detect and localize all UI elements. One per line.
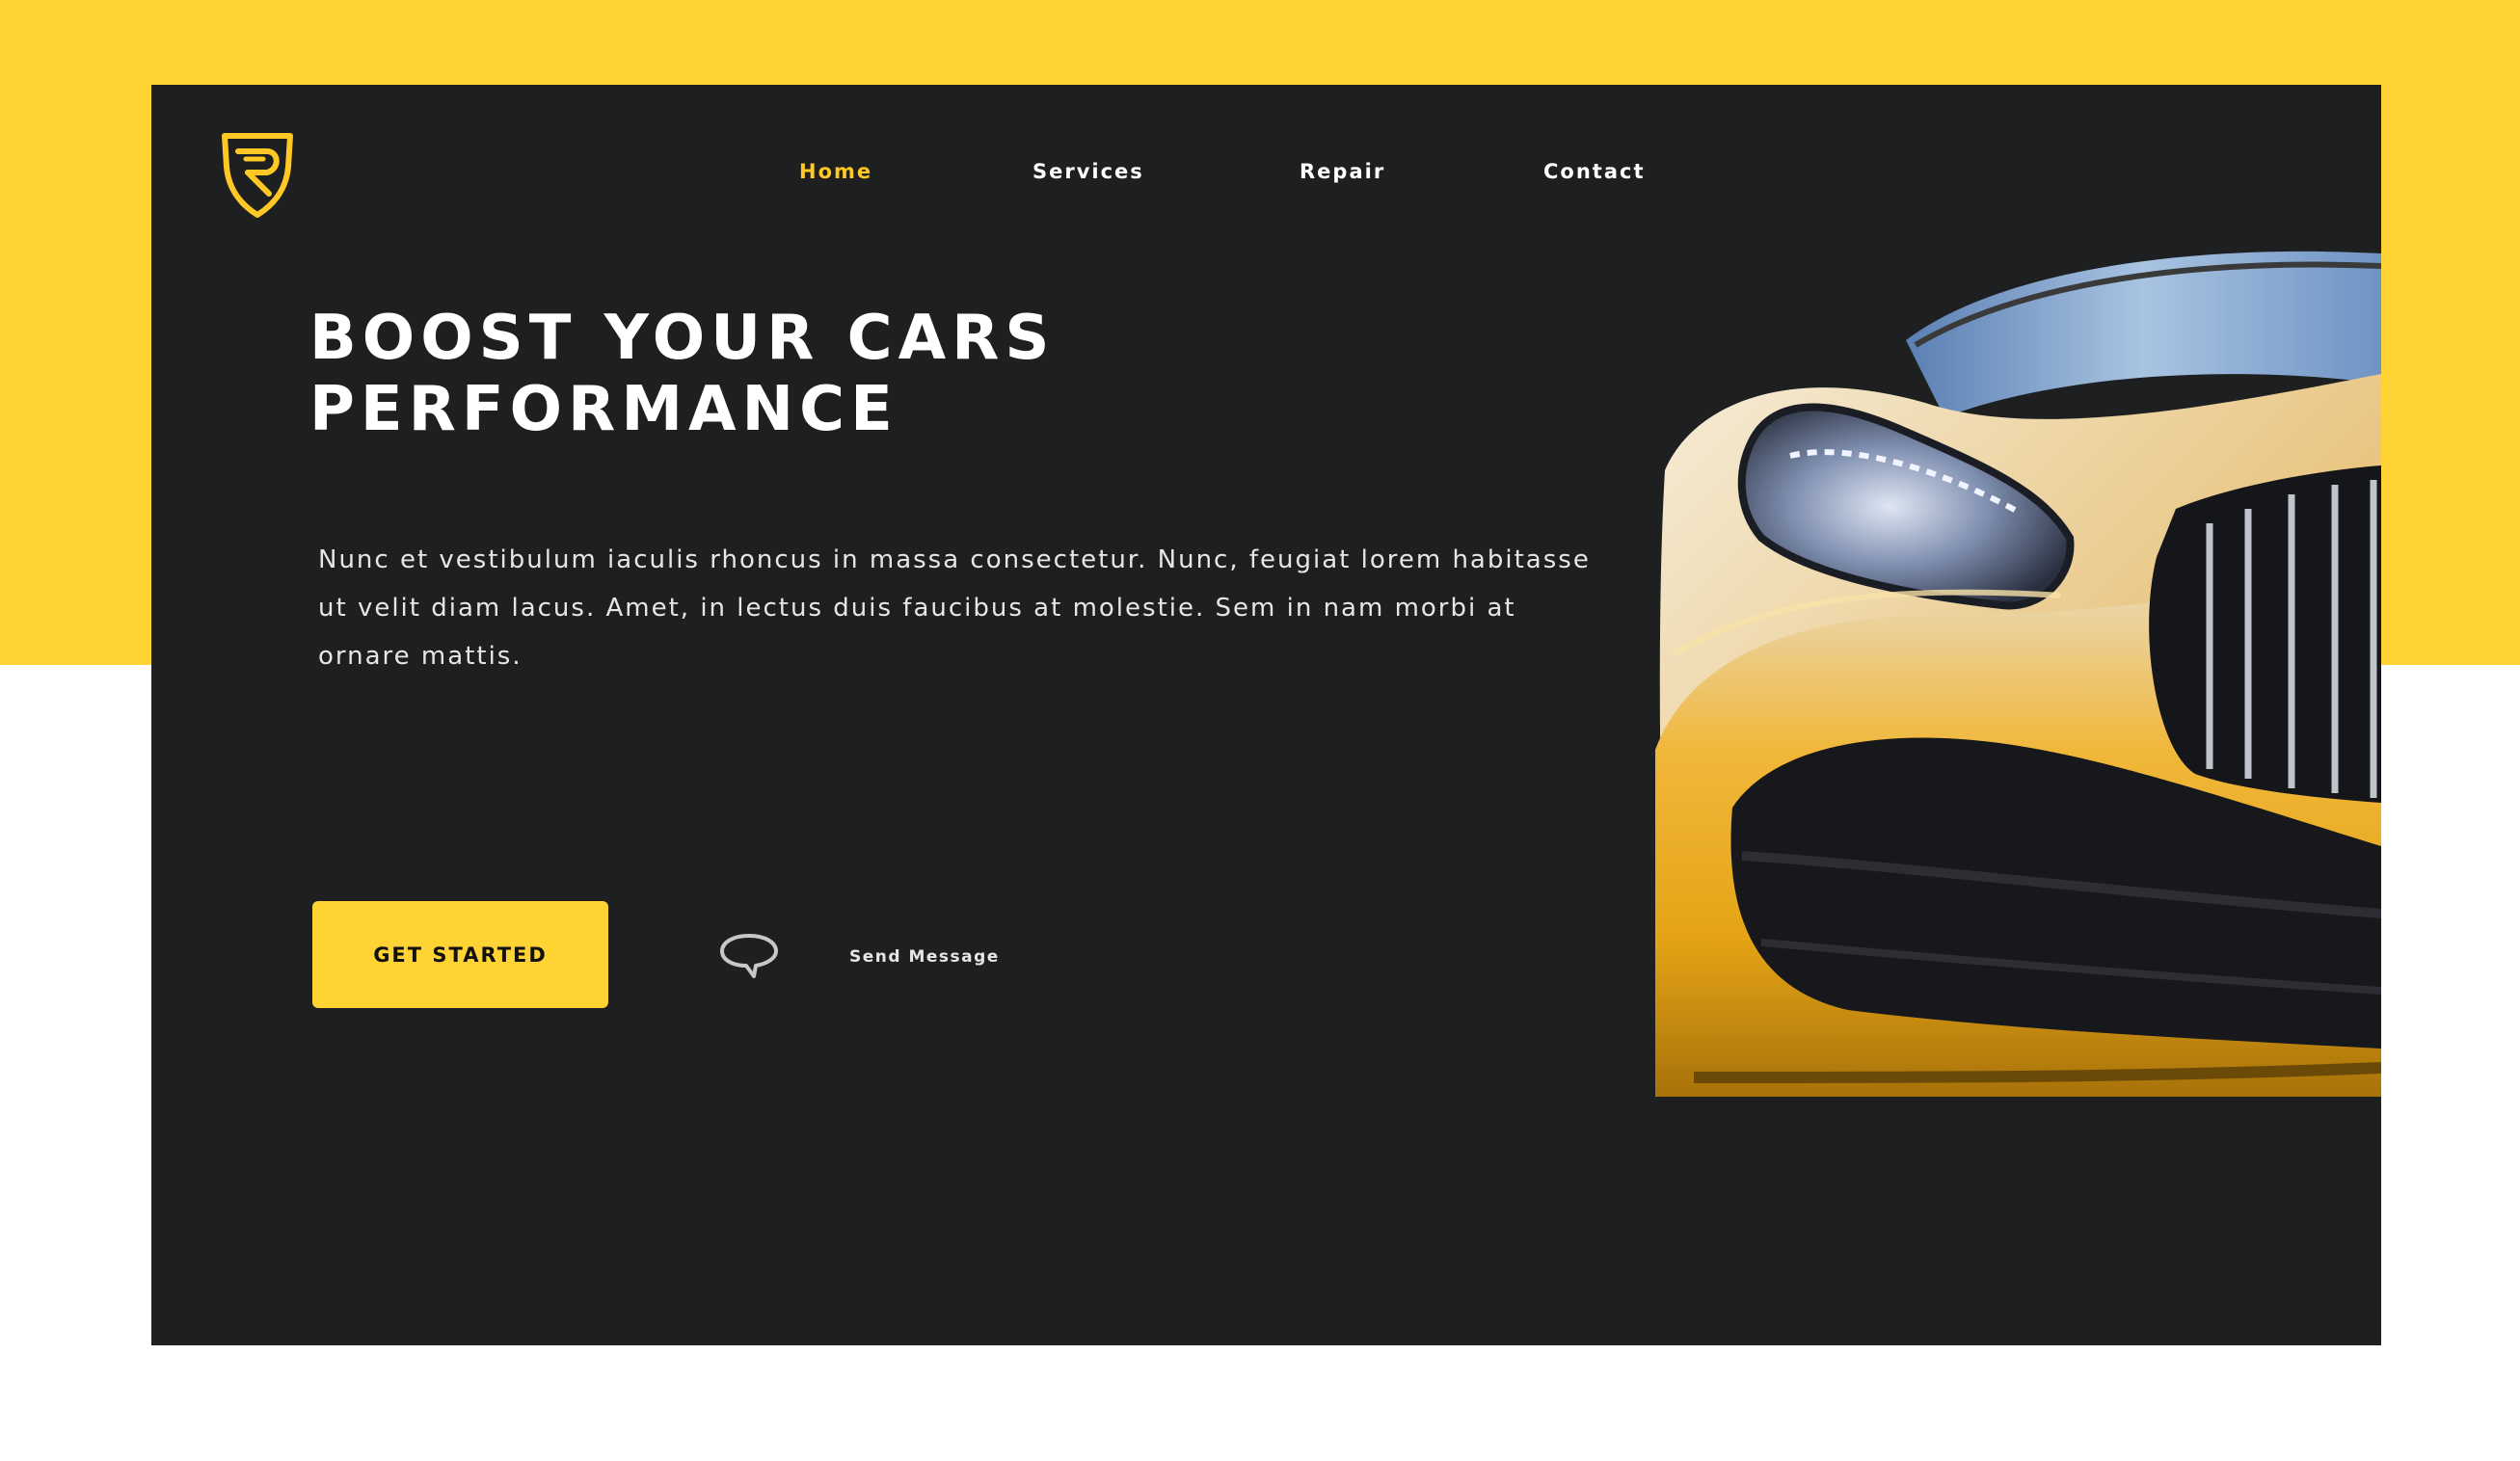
hero-headline-line-2: PERFORMANCE	[309, 374, 898, 445]
landing-page: Home Services Repair Contact BOOST YOUR …	[0, 0, 2520, 1461]
hero-card: Home Services Repair Contact BOOST YOUR …	[151, 85, 2381, 1345]
get-started-button[interactable]: GET STARTED	[312, 901, 608, 1008]
nav-contact-link[interactable]: Contact	[1543, 152, 1646, 191]
speech-bubble-icon[interactable]	[717, 931, 781, 981]
send-message-link[interactable]: Send Message	[849, 943, 1000, 971]
shield-r-logo-icon[interactable]	[219, 130, 296, 219]
hero-headline-line-1: BOOST YOUR CARS	[309, 303, 1056, 374]
nav-repair-link[interactable]: Repair	[1300, 152, 1385, 191]
nav-services-link[interactable]: Services	[1032, 152, 1144, 191]
hero-headline: BOOST YOUR CARS PERFORMANCE	[309, 303, 1056, 445]
yellow-sports-car-image	[1655, 251, 2381, 1097]
nav-home-link[interactable]: Home	[799, 152, 872, 191]
hero-description: Nunc et vestibulum iaculis rhoncus in ma…	[318, 545, 1591, 671]
